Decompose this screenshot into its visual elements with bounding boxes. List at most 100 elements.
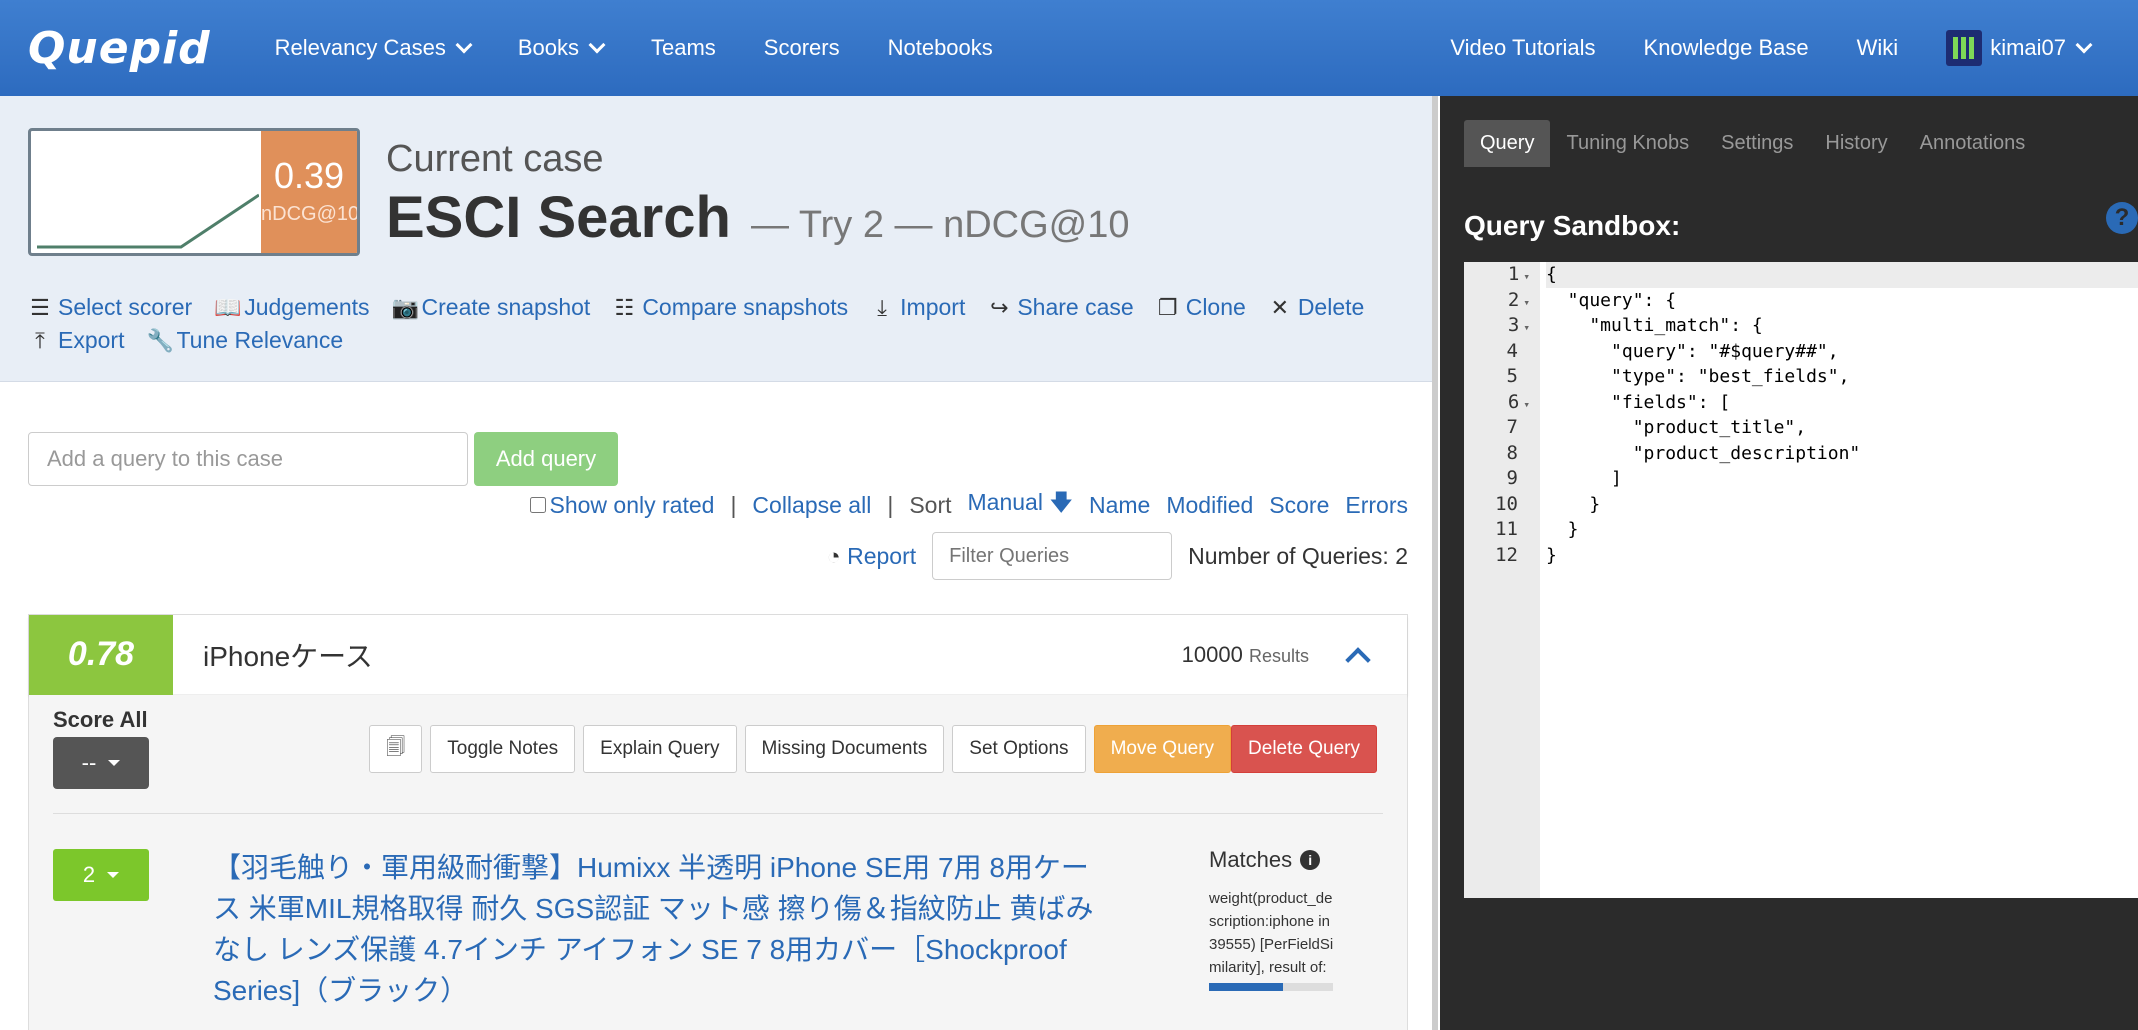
select-scorer-button[interactable]: ☰ Select scorer	[28, 294, 192, 321]
doc-rating-dropdown[interactable]: 2	[53, 849, 149, 901]
case-name[interactable]: ESCI Search	[386, 184, 731, 251]
clone-icon: ❐	[1157, 294, 1178, 320]
brand-logo[interactable]: Quepid	[28, 23, 211, 74]
sort-score[interactable]: Score	[1269, 492, 1329, 519]
caret-down-icon	[107, 872, 120, 878]
user-menu[interactable]: kimai07	[1922, 0, 2114, 96]
import-button[interactable]: ⤓ Import	[870, 294, 965, 321]
set-options-button[interactable]: Set Options	[952, 725, 1086, 773]
nav-video-tutorials[interactable]: Video Tutorials	[1426, 0, 1619, 96]
delete-query-button[interactable]: Delete Query	[1231, 725, 1377, 773]
nav-wiki[interactable]: Wiki	[1833, 0, 1923, 96]
query-list-toolbar: Show only rated | Collapse all | Sort Ma…	[529, 486, 1408, 525]
code-line: "query": {	[1546, 289, 1677, 311]
tab-tuning-knobs[interactable]: Tuning Knobs	[1550, 120, 1705, 167]
line-number: 8	[1506, 441, 1518, 464]
line-number: 5	[1506, 365, 1518, 387]
code-line: "fields": [	[1546, 391, 1731, 413]
query-score: 0.78	[29, 614, 173, 695]
delete-button[interactable]: ✕ Delete	[1268, 294, 1365, 321]
compare-snapshots-button[interactable]: ☷ Compare snapshots	[612, 294, 848, 321]
code-line: {	[1546, 262, 2138, 288]
nav-knowledge-base[interactable]: Knowledge Base	[1620, 0, 1833, 96]
create-snapshot-button[interactable]: 📷 Create snapshot	[392, 294, 591, 321]
sort-modified[interactable]: Modified	[1166, 492, 1253, 519]
download-icon: ⤓	[877, 294, 888, 320]
query-header[interactable]: 0.78 iPhoneケース 10000 Results	[29, 614, 1407, 695]
case-title: ESCI Search — Try 2 — nDCG@10	[386, 184, 1130, 251]
left-scrollbar[interactable]	[1432, 96, 1438, 1030]
sort-name[interactable]: Name	[1089, 492, 1150, 519]
add-query-button[interactable]: Add query	[474, 432, 618, 486]
copy-icon: 🗐	[386, 737, 406, 758]
line-number: 11	[1495, 518, 1518, 540]
sparkline-chart	[37, 193, 259, 249]
top-navbar: Quepid Relevancy Cases Books Teams Score…	[0, 0, 2138, 96]
code-line: "multi_match": {	[1546, 315, 1763, 336]
upload-icon: ⤒	[35, 327, 45, 353]
share-icon: ↪	[990, 294, 1009, 320]
tab-settings[interactable]: Settings	[1705, 120, 1809, 167]
doc-title-link[interactable]: 【羽毛触り・軍用級耐衝撃】Humixx 半透明 iPhone SE用 7用 8用…	[213, 847, 1113, 1011]
line-number: 2	[1464, 288, 1540, 314]
chevron-down-icon	[455, 36, 473, 54]
side-tabs: Query Tuning Knobs Settings History Anno…	[1464, 120, 2041, 167]
code-line: }	[1546, 519, 1579, 540]
camera-icon: 📷	[391, 294, 419, 320]
missing-documents-button[interactable]: Missing Documents	[744, 725, 945, 773]
add-query-input[interactable]	[28, 432, 468, 486]
sandbox-title: Query Sandbox:	[1464, 210, 1681, 241]
match-bar-fill	[1209, 983, 1284, 991]
help-icon[interactable]: ?	[2106, 202, 2138, 234]
show-only-rated[interactable]: Show only rated	[529, 492, 714, 519]
query-editor[interactable]: 123456789101112 { "query": { "multi_matc…	[1464, 262, 2138, 898]
case-label: Current case	[386, 138, 604, 180]
avatar	[1946, 30, 1983, 66]
share-case-button[interactable]: ↪ Share case	[987, 294, 1134, 321]
chart-icon: ☷	[614, 294, 635, 320]
list-icon: ☰	[30, 294, 50, 320]
query-text: iPhoneケース	[203, 640, 373, 672]
export-button[interactable]: ⤒ Export	[28, 327, 124, 354]
collapse-all-link[interactable]: Collapse all	[752, 492, 871, 519]
line-number: 3	[1464, 313, 1540, 339]
tab-annotations[interactable]: Annotations	[1904, 120, 2042, 167]
sort-manual[interactable]: Manual 🡇	[968, 486, 1073, 525]
score-all-dropdown[interactable]: --	[53, 737, 149, 789]
report-link[interactable]: ◔ Report	[827, 543, 916, 570]
tab-query[interactable]: Query	[1464, 120, 1551, 167]
case-try: — Try 2 — nDCG@10	[750, 204, 1130, 246]
separator: |	[730, 492, 737, 518]
nav-notebooks[interactable]: Notebooks	[864, 0, 1017, 96]
move-query-button[interactable]: Move Query	[1093, 725, 1232, 773]
clone-button[interactable]: ❐ Clone	[1156, 294, 1246, 321]
book-icon: 📖	[214, 294, 242, 320]
case-actions: ☰ Select scorer 📖 Judgements 📷 Create snaps…	[28, 294, 1408, 354]
toggle-notes-button[interactable]: Toggle Notes	[430, 725, 576, 773]
explain-query-button[interactable]: Explain Query	[583, 725, 737, 773]
code-line: "query": "#$query##",	[1546, 340, 1839, 362]
copy-query-button[interactable]: 🗐	[369, 725, 423, 773]
chevron-up-icon[interactable]	[1345, 646, 1371, 673]
nav-scorers[interactable]: Scorers	[740, 0, 864, 96]
code-area[interactable]: { "query": { "multi_match": { "query": "…	[1540, 262, 2138, 898]
judgements-button[interactable]: 📖 Judgements	[214, 294, 369, 321]
line-number: 6	[1464, 390, 1540, 416]
case-score-badge: 0.39 nDCG@10	[261, 131, 357, 253]
show-only-rated-checkbox[interactable]	[529, 497, 546, 513]
caret-down-icon	[108, 760, 121, 766]
info-icon[interactable]: i	[1300, 850, 1321, 870]
code-line: "product_description"	[1546, 442, 1861, 464]
matches-panel: Matches i weight(product_description:ipho…	[1209, 847, 1339, 991]
chevron-down-icon	[588, 36, 606, 54]
chevron-down-icon	[2075, 36, 2093, 54]
query-card: 0.78 iPhoneケース 10000 Results Score All -…	[28, 614, 1408, 1030]
code-line: ]	[1546, 468, 1622, 489]
tab-history[interactable]: History	[1809, 120, 1903, 167]
tune-relevance-button[interactable]: 🔧 Tune Relevance	[146, 327, 343, 354]
nav-relevancy-cases[interactable]: Relevancy Cases	[251, 0, 494, 96]
filter-queries-input[interactable]	[932, 532, 1173, 580]
sort-errors[interactable]: Errors	[1345, 492, 1408, 519]
nav-teams[interactable]: Teams	[627, 0, 740, 96]
nav-books[interactable]: Books	[494, 0, 627, 96]
